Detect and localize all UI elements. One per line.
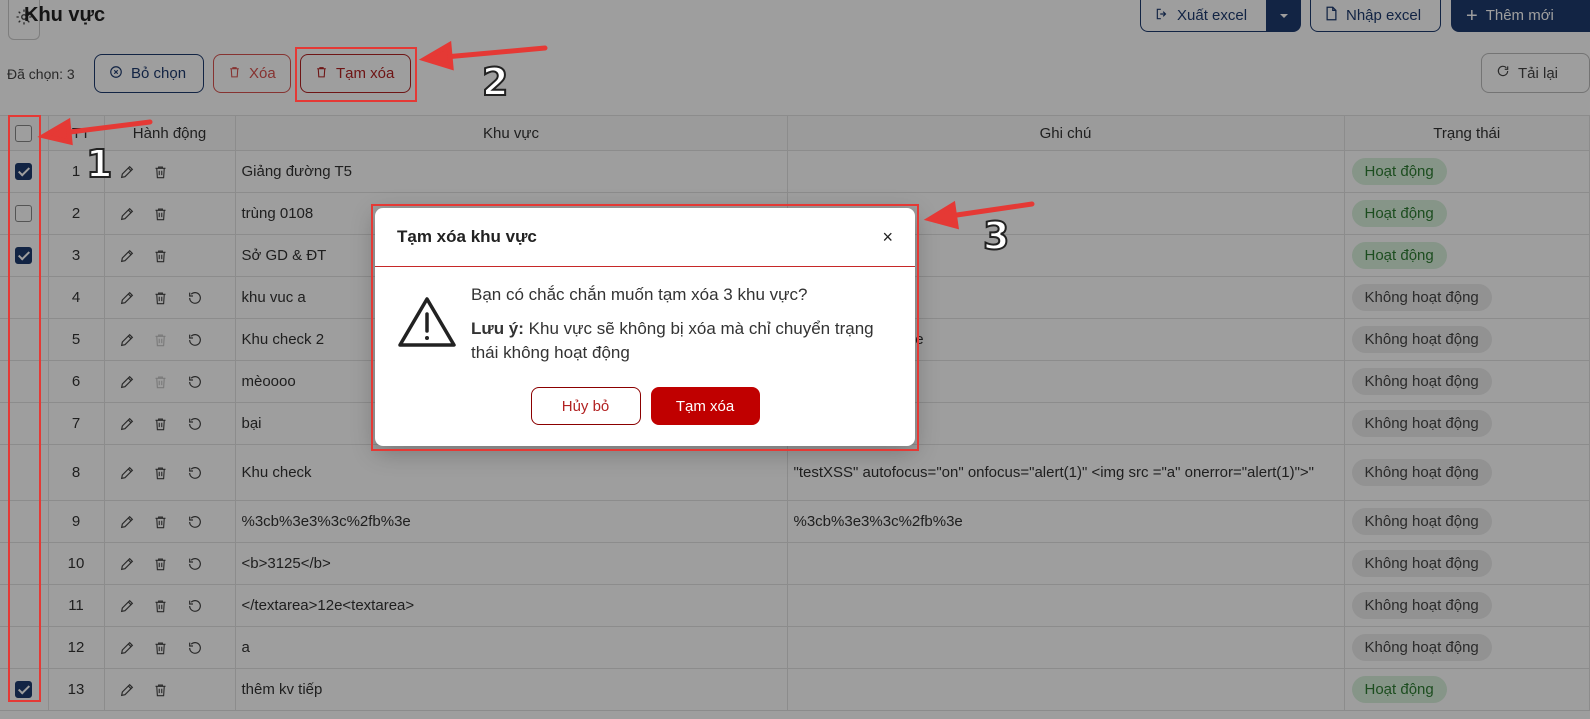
annotation-step-1: 1 xyxy=(85,141,113,187)
annotation-step-2: 2 xyxy=(481,59,509,105)
annotation-step-3: 3 xyxy=(982,213,1010,259)
annotation-arrows xyxy=(37,40,1035,230)
page: Khu vực Xuất excel Nhập excel + Thêm mới… xyxy=(0,0,1590,719)
